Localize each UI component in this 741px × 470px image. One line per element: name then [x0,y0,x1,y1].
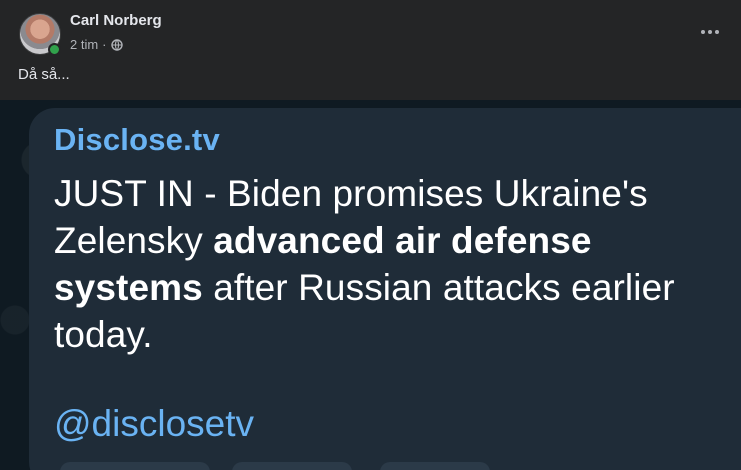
reaction-chip[interactable] [380,462,490,470]
reaction-chip[interactable] [60,462,210,470]
post-time[interactable]: 2 tim [70,37,98,52]
post-meta: 2 tim · [70,37,123,52]
message-source[interactable]: Disclose.tv [54,122,220,158]
message-handle[interactable]: @disclosetv [54,403,254,445]
message-headline: JUST IN - Biden promises Ukraine's Zelen… [54,170,734,358]
post-text: Då så... [18,66,70,83]
post-header: Carl Norberg 2 tim · Då så... [0,0,741,100]
online-status-indicator [48,43,61,56]
reaction-chip[interactable] [232,462,352,470]
globe-icon[interactable] [110,38,123,51]
more-options-icon[interactable] [694,20,726,44]
author-name[interactable]: Carl Norberg [70,12,162,29]
meta-separator: · [102,37,107,52]
